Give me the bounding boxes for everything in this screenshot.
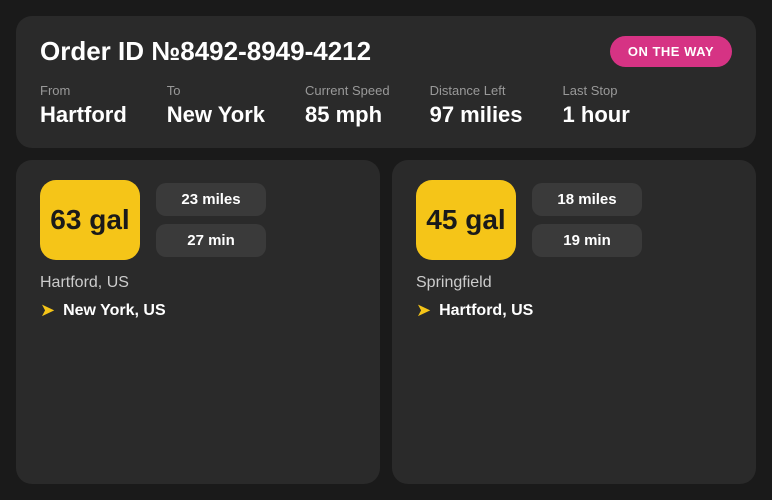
speed-value: 85 mph — [305, 102, 390, 128]
delivery-card-2: 45 gal 18 miles 19 min Springfield ➤ Har… — [392, 160, 756, 484]
order-id: Order ID №8492-8949-4212 — [40, 36, 371, 67]
speed-label: Current Speed — [305, 83, 390, 98]
distance-info: Distance Left 97 milies — [430, 83, 523, 128]
min-pill-1: 27 min — [156, 224, 266, 257]
miles-pill-1: 23 miles — [156, 183, 266, 216]
card-header: Order ID №8492-8949-4212 ON THE WAY — [40, 36, 732, 67]
from-label: From — [40, 83, 127, 98]
last-stop-value: 1 hour — [563, 102, 630, 128]
fuel-badge-2: 45 gal — [416, 180, 516, 260]
from-location-2: Springfield — [416, 274, 732, 292]
trip-info: From Hartford To New York Current Speed … — [40, 83, 732, 128]
fuel-value-1: 63 gal — [50, 204, 129, 236]
arrow-icon-1: ➤ — [40, 300, 55, 321]
stats-2: 18 miles 19 min — [532, 183, 642, 257]
stats-1: 23 miles 27 min — [156, 183, 266, 257]
card2-top: 45 gal 18 miles 19 min — [416, 180, 732, 260]
speed-info: Current Speed 85 mph — [305, 83, 390, 128]
from-value: Hartford — [40, 102, 127, 128]
distance-label: Distance Left — [430, 83, 523, 98]
bottom-row: 63 gal 23 miles 27 min Hartford, US ➤ Ne… — [16, 160, 756, 484]
to-info: To New York — [167, 83, 265, 128]
distance-value: 97 milies — [430, 102, 523, 128]
last-stop-label: Last Stop — [563, 83, 630, 98]
to-location-2: Hartford, US — [439, 302, 533, 320]
delivery-card-1: 63 gal 23 miles 27 min Hartford, US ➤ Ne… — [16, 160, 380, 484]
fuel-value-2: 45 gal — [426, 204, 505, 236]
status-badge: ON THE WAY — [610, 36, 732, 67]
card2-bottom: Springfield ➤ Hartford, US — [416, 274, 732, 321]
to-label: To — [167, 83, 265, 98]
min-pill-2: 19 min — [532, 224, 642, 257]
card1-top: 63 gal 23 miles 27 min — [40, 180, 356, 260]
to-location-row-1: ➤ New York, US — [40, 300, 356, 321]
fuel-badge-1: 63 gal — [40, 180, 140, 260]
to-value: New York — [167, 102, 265, 128]
last-stop-info: Last Stop 1 hour — [563, 83, 630, 128]
from-location-1: Hartford, US — [40, 274, 356, 292]
top-card: Order ID №8492-8949-4212 ON THE WAY From… — [16, 16, 756, 148]
to-location-row-2: ➤ Hartford, US — [416, 300, 732, 321]
miles-pill-2: 18 miles — [532, 183, 642, 216]
card1-bottom: Hartford, US ➤ New York, US — [40, 274, 356, 321]
to-location-1: New York, US — [63, 302, 166, 320]
arrow-icon-2: ➤ — [416, 300, 431, 321]
from-info: From Hartford — [40, 83, 127, 128]
